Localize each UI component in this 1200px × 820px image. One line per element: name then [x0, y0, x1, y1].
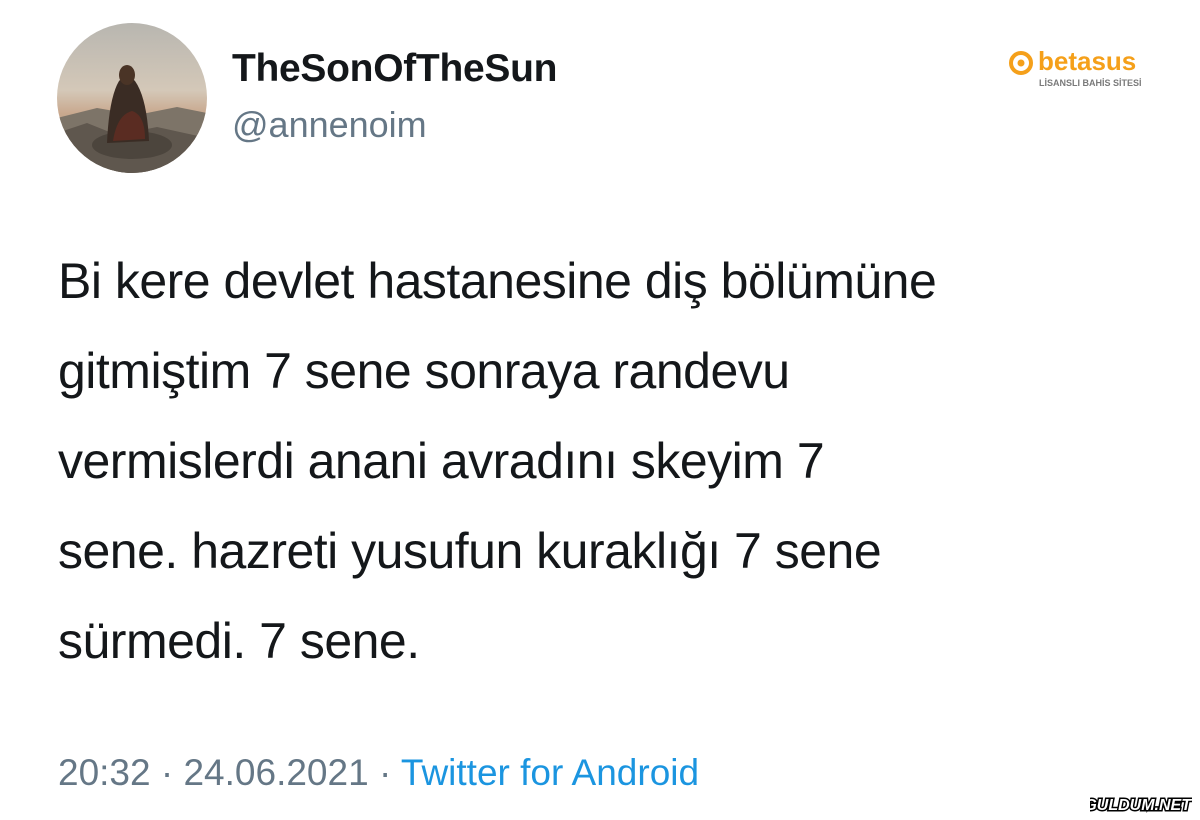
betasus-logo: betasus LİSANSLI BAHİS SİTESİ: [1008, 38, 1188, 90]
tweet-line: Bi kere devlet hastanesine diş bölümüne: [58, 253, 937, 309]
meta-separator: ·: [368, 752, 401, 793]
tweet-body: Bi kere devlet hastanesine diş bölümüne …: [58, 236, 1168, 686]
tweet-line: sürmedi. 7 sene.: [58, 613, 420, 669]
tweet-line: sene. hazreti yusufun kuraklığı 7 sene: [58, 523, 882, 579]
tweet-meta: 20:32 · 24.06.2021 · Twitter for Android: [58, 752, 699, 794]
watermark-text: GULDUM.NET: [1090, 797, 1192, 814]
logo-brand-text: betasus: [1038, 46, 1136, 76]
tweet-time[interactable]: 20:32: [58, 752, 151, 793]
profile-avatar[interactable]: [57, 23, 207, 173]
meta-separator: ·: [150, 752, 184, 793]
painting-avatar-icon: [57, 23, 207, 173]
user-handle[interactable]: @annenoim: [232, 104, 427, 146]
guldum-watermark: GULDUM.NET: [1083, 793, 1194, 816]
tweet-line: vermislerdi anani avradını skeyim 7: [58, 433, 825, 489]
tweet-source-link[interactable]: Twitter for Android: [401, 752, 699, 793]
logo-tagline: LİSANSLI BAHİS SİTESİ: [1039, 78, 1142, 88]
display-name[interactable]: TheSonOfTheSun: [232, 47, 557, 91]
tweet-line: gitmiştim 7 sene sonraya randevu: [58, 343, 790, 399]
tweet-date[interactable]: 24.06.2021: [183, 752, 368, 793]
